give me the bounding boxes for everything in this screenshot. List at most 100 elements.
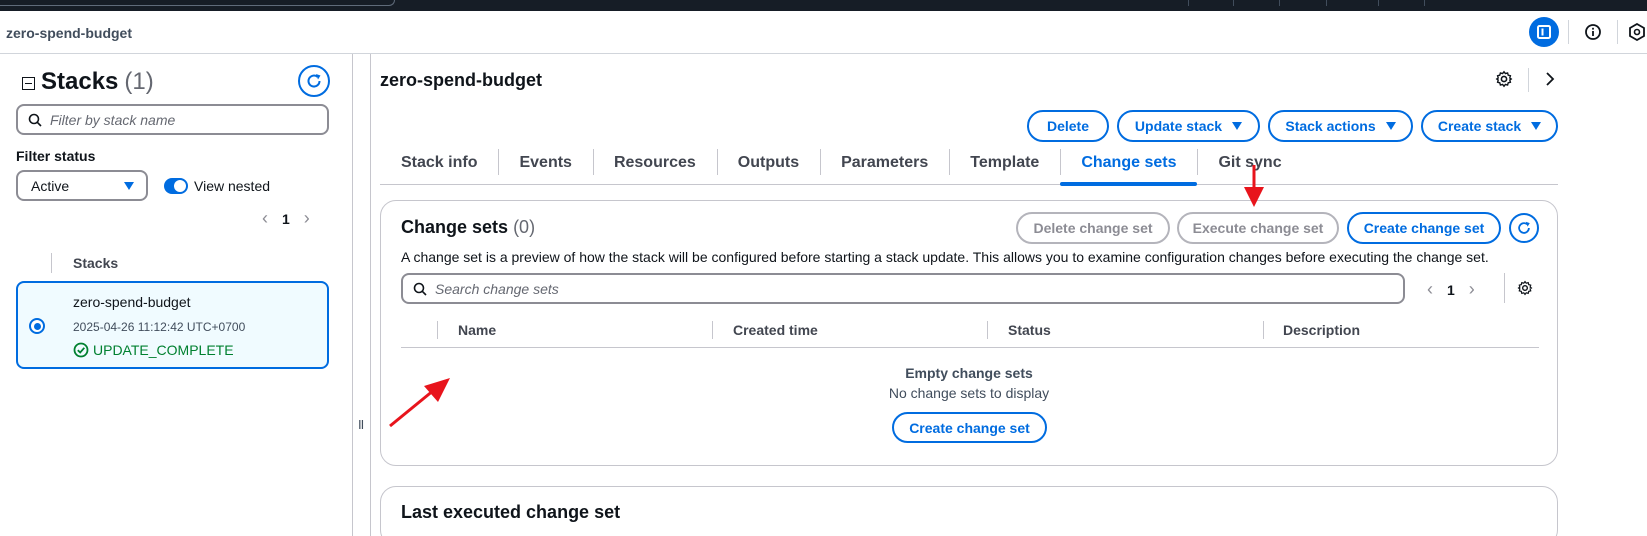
change-sets-search-field[interactable] [435,280,1335,297]
refresh-icon [307,74,321,88]
sidebar-page-number[interactable]: 1 [282,211,290,227]
refresh-change-sets-button[interactable] [1509,213,1539,243]
create-change-set-button[interactable]: Create change set [1347,212,1501,244]
column-description[interactable]: Description [1283,321,1360,339]
annotation-arrow-down [1244,165,1264,207]
strip-divider [1233,0,1234,6]
change-sets-pagination: ‹ 1 › [1427,279,1475,300]
chevron-right-icon[interactable]: › [1469,279,1475,300]
title-divider [1528,68,1529,92]
column-created-time[interactable]: Created time [733,321,818,339]
chevron-right-icon[interactable] [1545,71,1555,92]
empty-state-title: Empty change sets [905,365,1033,381]
change-sets-page-number[interactable]: 1 [1447,282,1455,298]
column-divider[interactable] [1263,321,1264,339]
tab-change-sets[interactable]: Change sets [1060,145,1198,186]
stacks-column-label: Stacks [73,255,119,271]
strip-divider [1188,0,1189,6]
stack-name[interactable]: zero-spend-budget [73,294,191,310]
empty-create-change-set-button[interactable]: Create change set [892,412,1047,443]
stack-status: UPDATE_COMPLETE [73,342,234,358]
column-divider [437,321,438,339]
change-sets-count: (0) [513,217,536,237]
tab-stack-info[interactable]: Stack info [380,145,498,185]
delete-change-set-button[interactable]: Delete change set [1016,212,1170,244]
change-sets-heading: Change sets [401,217,509,237]
stack-time: 2025-04-26 11:12:42 UTC+0700 [73,320,246,334]
chevron-right-icon[interactable]: › [304,208,310,229]
create-stack-button[interactable]: Create stack [1421,110,1558,142]
change-sets-title: Change sets (0) [401,217,535,238]
tab-parameters[interactable]: Parameters [820,145,949,185]
stacks-column-header[interactable]: Stacks [51,253,118,273]
caret-down-icon [1385,122,1396,130]
sidebar-header: Stacks (1) [22,68,154,96]
sidebar-pagination: ‹ 1 › [262,208,310,229]
column-status[interactable]: Status [1008,321,1051,339]
create-change-set-label: Create change set [1363,220,1485,236]
stack-status-text: UPDATE_COMPLETE [93,342,234,358]
filter-status-value: Active [31,177,70,194]
header-divider [1617,20,1618,44]
column-divider[interactable] [987,321,988,339]
strip-divider [1279,0,1280,6]
empty-state-subtitle: No change sets to display [888,385,1050,401]
chevron-left-icon[interactable]: ‹ [1427,279,1433,300]
chevron-left-icon[interactable]: ‹ [262,208,268,229]
stack-detail-title: zero-spend-budget [380,70,542,90]
view-nested-label: View nested [194,178,271,194]
stack-actions-button[interactable]: Stack actions [1268,110,1413,142]
app-header: zero-spend-budget [0,11,1647,54]
browser-top-strip [0,0,1647,11]
annotation-arrow-up-right [389,378,450,428]
tab-outputs[interactable]: Outputs [716,145,820,185]
info-icon[interactable] [1578,17,1608,47]
header-icon-group [1529,17,1647,47]
caret-down-icon [1531,122,1542,130]
filter-status-select[interactable]: Active [16,170,148,201]
stack-tabs: Stack info Events Resources Outputs Para… [380,145,1558,186]
stack-list-item[interactable]: zero-spend-budget 2025-04-26 11:12:42 UT… [16,281,329,369]
pane-resize-handle[interactable]: II [358,417,364,432]
search-icon [413,282,427,296]
change-sets-search[interactable] [401,273,1405,304]
column-divider[interactable] [712,321,713,339]
strip-divider [1424,0,1425,6]
stack-filter-field[interactable] [50,111,310,128]
gear-icon[interactable] [1495,70,1513,93]
stack-actions-label: Stack actions [1285,118,1376,134]
refresh-icon [1518,221,1530,234]
tab-template[interactable]: Template [949,145,1060,185]
search-icon [28,113,42,127]
preferences-gear-icon[interactable] [1517,280,1533,301]
chevron-down-icon [124,181,134,190]
execute-change-set-button[interactable]: Execute change set [1177,212,1339,244]
create-stack-label: Create stack [1437,118,1522,134]
last-executed-title: Last executed change set [401,502,621,522]
refresh-stacks-button[interactable] [298,65,330,97]
change-sets-description: A change set is a preview of how the sta… [401,249,1489,265]
tab-resources[interactable]: Resources [592,145,717,185]
stack-radio[interactable] [29,318,45,334]
caret-down-icon [1232,122,1243,130]
execute-change-set-label: Execute change set [1192,220,1324,236]
tab-events[interactable]: Events [498,145,592,185]
browser-tab-edge [0,0,395,6]
split-panel-icon[interactable] [1529,17,1559,47]
delete-stack-button[interactable]: Delete [1027,110,1109,142]
change-sets-container: Change sets (0) Delete change set Execut… [380,200,1558,466]
delete-stack-label: Delete [1046,118,1090,134]
update-stack-button[interactable]: Update stack [1117,110,1260,142]
settings-hex-icon[interactable] [1627,17,1647,47]
view-nested-toggle[interactable] [164,178,188,194]
collapse-icon[interactable] [22,77,35,90]
stack-filter-input[interactable] [16,104,329,135]
column-name[interactable]: Name [458,321,496,339]
pane-divider [352,54,353,536]
last-executed-container: Last executed change set [380,486,1558,536]
update-stack-label: Update stack [1134,118,1223,134]
header-divider [1568,20,1569,44]
success-check-icon [73,342,89,358]
breadcrumb[interactable]: zero-spend-budget [6,25,132,41]
sidebar-count: (1) [124,68,154,95]
